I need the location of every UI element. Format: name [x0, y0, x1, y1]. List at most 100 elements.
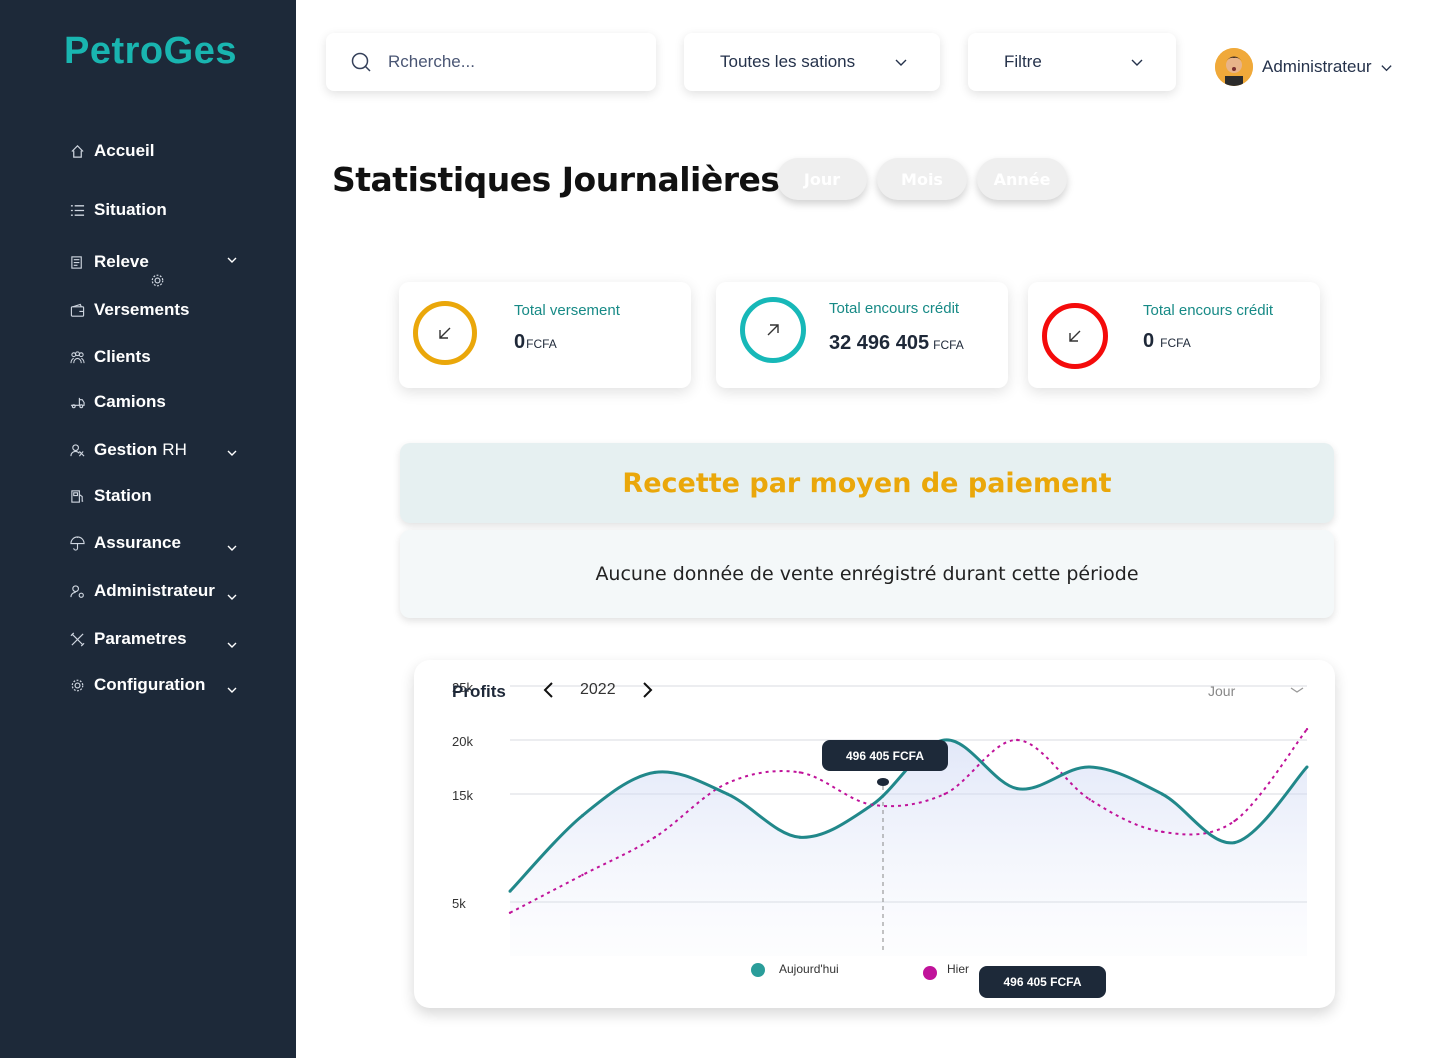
period-button-jour[interactable]: Jour	[777, 158, 867, 200]
sidebar-item-label: Configuration	[94, 675, 206, 694]
data-point-hier	[653, 836, 657, 839]
data-point-hier	[798, 771, 802, 774]
insurance-icon	[68, 534, 86, 552]
stat-value: 0 FCFA	[1143, 330, 1191, 353]
data-point-hier	[1088, 798, 1091, 801]
sidebar-item-configuration[interactable]: Configuration	[68, 670, 248, 700]
empty-state-message: Aucune donnée de vente enrégistré durant…	[595, 563, 1139, 585]
sidebar-item-label: Situation	[94, 200, 167, 219]
sidebar-item-situation[interactable]: Situation	[68, 195, 248, 225]
sidebar-item-label: Accueil	[94, 141, 155, 160]
data-point-aujourdhui	[508, 889, 512, 893]
avatar	[1215, 48, 1253, 86]
sidebar-item-label: Gestion	[94, 440, 158, 459]
data-point-aujourdhui	[1160, 792, 1164, 796]
sidebar-item-label: Parametres	[94, 629, 187, 648]
period-button-annee[interactable]: Année	[977, 158, 1067, 200]
stat-card-total-versement: Total versement 0FCFA	[399, 282, 691, 388]
brand-logo: PetroGes	[64, 30, 237, 72]
chevron-down-icon	[227, 257, 237, 263]
settings-cog-icon	[151, 274, 164, 287]
stat-ring	[413, 301, 477, 365]
payment-section-body: Aucune donnée de vente enrégistré durant…	[400, 530, 1334, 618]
chevron-down-icon	[227, 687, 237, 693]
series-area-aujourdhui	[510, 739, 1307, 956]
stat-label: Total encours crédit	[829, 300, 960, 317]
stat-label: Total encours crédit	[1143, 302, 1274, 319]
stat-number: 32 496 405	[829, 332, 930, 354]
chart-title: Profits	[452, 682, 506, 701]
chevron-right-icon[interactable]	[638, 680, 656, 700]
page-title: Statistiques Journalières	[332, 160, 780, 199]
sidebar-item-label: Camions	[94, 392, 166, 411]
chevron-left-icon[interactable]	[540, 680, 558, 700]
legend-dot-aujourdhui	[751, 963, 765, 977]
truck-icon	[68, 393, 86, 411]
sidebar-item-camions[interactable]: Camions	[68, 387, 248, 417]
period-select[interactable]: Jour	[1208, 683, 1235, 699]
profits-chart: 25k20k15k5k	[452, 680, 1309, 956]
search-bar[interactable]	[326, 33, 656, 91]
gear-icon	[68, 676, 86, 694]
user-menu[interactable]: Administrateur	[1215, 48, 1393, 86]
chevron-down-icon	[895, 59, 907, 66]
chevron-down-icon[interactable]	[1290, 684, 1304, 696]
data-point-aujourdhui	[1233, 841, 1237, 845]
y-tick-label: 20k	[452, 734, 473, 749]
data-point-aujourdhui	[725, 792, 729, 796]
chevron-down-icon	[227, 594, 237, 600]
data-point-aujourdhui	[1305, 765, 1309, 769]
station-select-value: Toutes les sations	[720, 52, 856, 71]
sidebar-item-gestion-rh[interactable]: Gestion RH	[68, 435, 248, 465]
data-point-aujourdhui	[798, 835, 802, 839]
stat-unit: FCFA	[933, 338, 964, 352]
station-icon	[68, 487, 86, 505]
sidebar-item-label: Clients	[94, 347, 151, 366]
chart-tooltip-secondary: 496 405 FCFA	[979, 966, 1106, 998]
sidebar-item-parametres[interactable]: Parametres	[68, 624, 248, 654]
chevron-down-icon	[1131, 59, 1143, 66]
stat-number: 0	[1143, 330, 1155, 352]
chart-tooltip: 496 405 FCFA	[822, 740, 948, 771]
chevron-down-icon	[227, 642, 237, 648]
data-point-aujourdhui	[580, 814, 584, 818]
year-label: 2022	[580, 681, 616, 698]
sidebar: PetroGes Accueil Situation Releve Versem…	[0, 0, 296, 1058]
sidebar-item-label: Station	[94, 486, 152, 505]
data-point-hier	[1305, 728, 1309, 731]
sidebar-item-versements[interactable]: Versements	[68, 295, 248, 325]
data-point-hier	[1160, 830, 1164, 833]
payment-section-title: Recette par moyen de paiement	[622, 467, 1112, 499]
sidebar-item-accueil[interactable]: Accueil	[68, 136, 248, 166]
sidebar-item-label: Versements	[94, 300, 190, 319]
data-point-hier	[581, 873, 584, 877]
hr-icon	[68, 441, 86, 459]
sidebar-item-station[interactable]: Station	[68, 481, 248, 511]
y-tick-label: 5k	[452, 896, 466, 911]
sidebar-item-clients[interactable]: Clients	[68, 342, 248, 372]
arrow-down-left-icon	[439, 327, 451, 339]
legend-label-aujourdhui: Aujourd'hui	[779, 962, 839, 976]
tooltip-marker-dot	[877, 778, 889, 786]
arrow-down-left-icon	[1069, 330, 1081, 342]
stat-value: 32 496 405 FCFA	[829, 332, 964, 355]
station-select[interactable]: Toutes les sations	[684, 33, 940, 91]
sidebar-item-releve[interactable]: Releve	[68, 247, 248, 287]
payment-section-header: Recette par moyen de paiement	[400, 443, 1334, 523]
period-button-mois[interactable]: Mois	[877, 158, 967, 200]
sidebar-item-assurance[interactable]: Assurance	[68, 528, 248, 558]
y-tick-label: 15k	[452, 788, 473, 803]
data-point-aujourdhui	[1015, 787, 1019, 791]
sidebar-item-administrateur[interactable]: Administrateur	[68, 576, 248, 606]
sidebar-item-label-suffix: RH	[162, 440, 187, 459]
chevron-down-icon	[227, 450, 237, 456]
chevron-down-icon	[227, 545, 237, 551]
users-icon	[68, 348, 86, 366]
filter-select[interactable]: Filtre	[968, 33, 1176, 91]
readings-icon	[68, 253, 86, 271]
arrow-up-right-icon	[767, 324, 779, 336]
stat-card-encours-credit: Total encours crédit 32 496 405 FCFA	[716, 282, 1008, 388]
stat-unit: FCFA	[1160, 336, 1191, 350]
stat-label: Total versement	[514, 302, 620, 319]
search-input[interactable]	[388, 52, 628, 72]
